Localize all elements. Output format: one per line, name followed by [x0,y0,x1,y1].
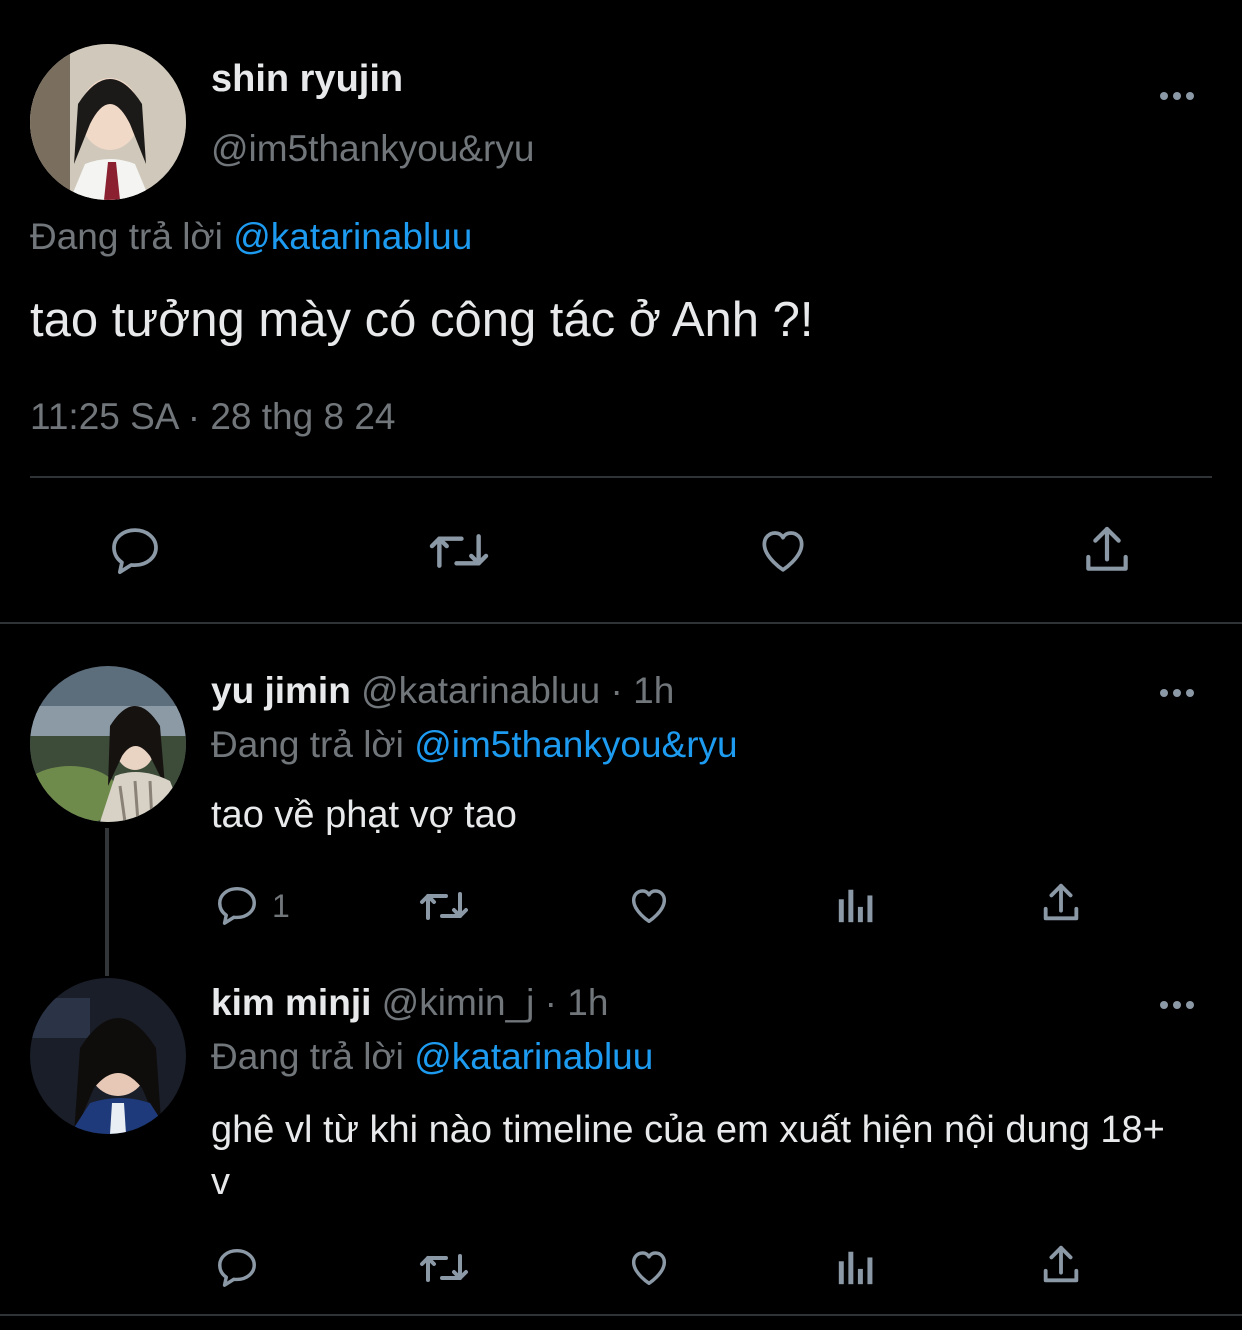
reply-header: yu jimin @katarinabluu · 1h [211,670,674,712]
more-options-icon[interactable] [1160,1001,1194,1009]
reply-text: tao về phạt vợ tao [211,794,517,836]
separator-dot: · [610,670,623,711]
tweet-text: tao tưởng mày có công tác ở Anh ?! [30,293,814,347]
display-name[interactable]: yu jimin [211,670,351,711]
avatar-kim-minji[interactable] [30,978,186,1134]
replying-to-link[interactable]: @katarinabluu [233,216,472,257]
retweet-icon[interactable] [426,524,492,578]
avatar-yu-jimin[interactable] [30,666,186,822]
reply-time[interactable]: 1h [633,670,674,711]
display-name[interactable]: shin ryujin [211,58,403,101]
replying-to-line: Đang trả lời @im5thankyou&ryu [211,724,738,766]
user-handle[interactable]: @kimin_j [382,982,535,1023]
share-icon[interactable] [1038,880,1084,926]
display-name[interactable]: kim minji [211,982,371,1023]
replying-prefix: Đang trả lời [211,724,404,765]
tweet-timestamp[interactable]: 11:25 SA · 28 thg 8 24 [30,396,395,438]
reply-count: 1 [272,888,290,924]
views-icon[interactable] [834,1246,878,1288]
more-options-icon[interactable] [1160,92,1194,100]
replying-to-link[interactable]: @katarinabluu [414,1036,653,1077]
replying-prefix: Đang trả lời [211,1036,404,1077]
reply-time[interactable]: 1h [567,982,608,1023]
share-icon[interactable] [1038,1242,1084,1288]
reply-icon[interactable] [106,522,164,578]
user-handle[interactable]: @katarinabluu [361,670,600,711]
replying-to-line: Đang trả lời @katarinabluu [30,216,472,258]
share-icon[interactable] [1078,522,1136,578]
replying-to-link[interactable]: @im5thankyou&ryu [414,724,737,765]
retweet-icon[interactable] [416,884,472,928]
reply-icon[interactable] [214,882,260,928]
divider [0,622,1242,624]
avatar-shin-ryujin[interactable] [30,44,186,200]
reply-text: ghê vl từ khi nào timeline của em xuất h… [211,1109,1165,1203]
user-handle[interactable]: @im5thankyou&ryu [211,128,534,170]
divider [30,476,1212,478]
like-icon[interactable] [625,882,673,928]
views-icon[interactable] [834,884,878,926]
replying-to-line: Đang trả lời @katarinabluu [211,1036,653,1078]
like-icon[interactable] [625,1244,673,1290]
more-options-icon[interactable] [1160,689,1194,697]
reply-header: kim minji @kimin_j · 1h [211,982,608,1024]
separator-dot: · [544,982,557,1023]
retweet-icon[interactable] [416,1246,472,1290]
replying-prefix: Đang trả lời [30,216,223,257]
thread-connector-line [105,828,109,976]
divider [0,1314,1242,1316]
reply-icon[interactable] [214,1244,260,1290]
like-icon[interactable] [754,522,812,578]
